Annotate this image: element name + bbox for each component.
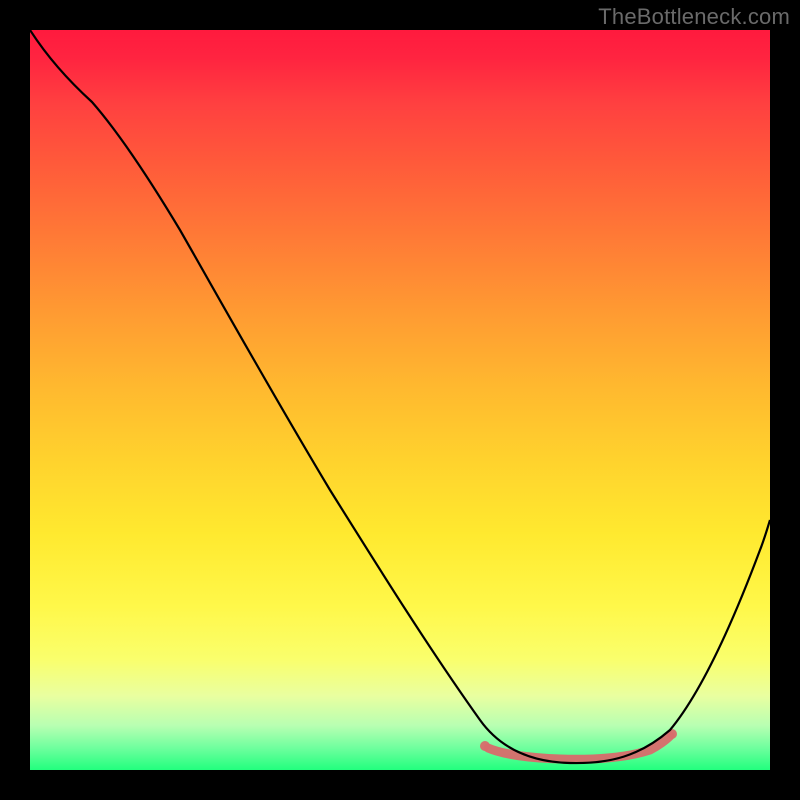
watermark-text: TheBottleneck.com [598, 4, 790, 30]
curve-layer [30, 30, 770, 770]
plot-area [30, 30, 770, 770]
accent-dot-left [480, 741, 490, 751]
chart-frame: TheBottleneck.com [0, 0, 800, 800]
bottleneck-curve [30, 30, 770, 763]
